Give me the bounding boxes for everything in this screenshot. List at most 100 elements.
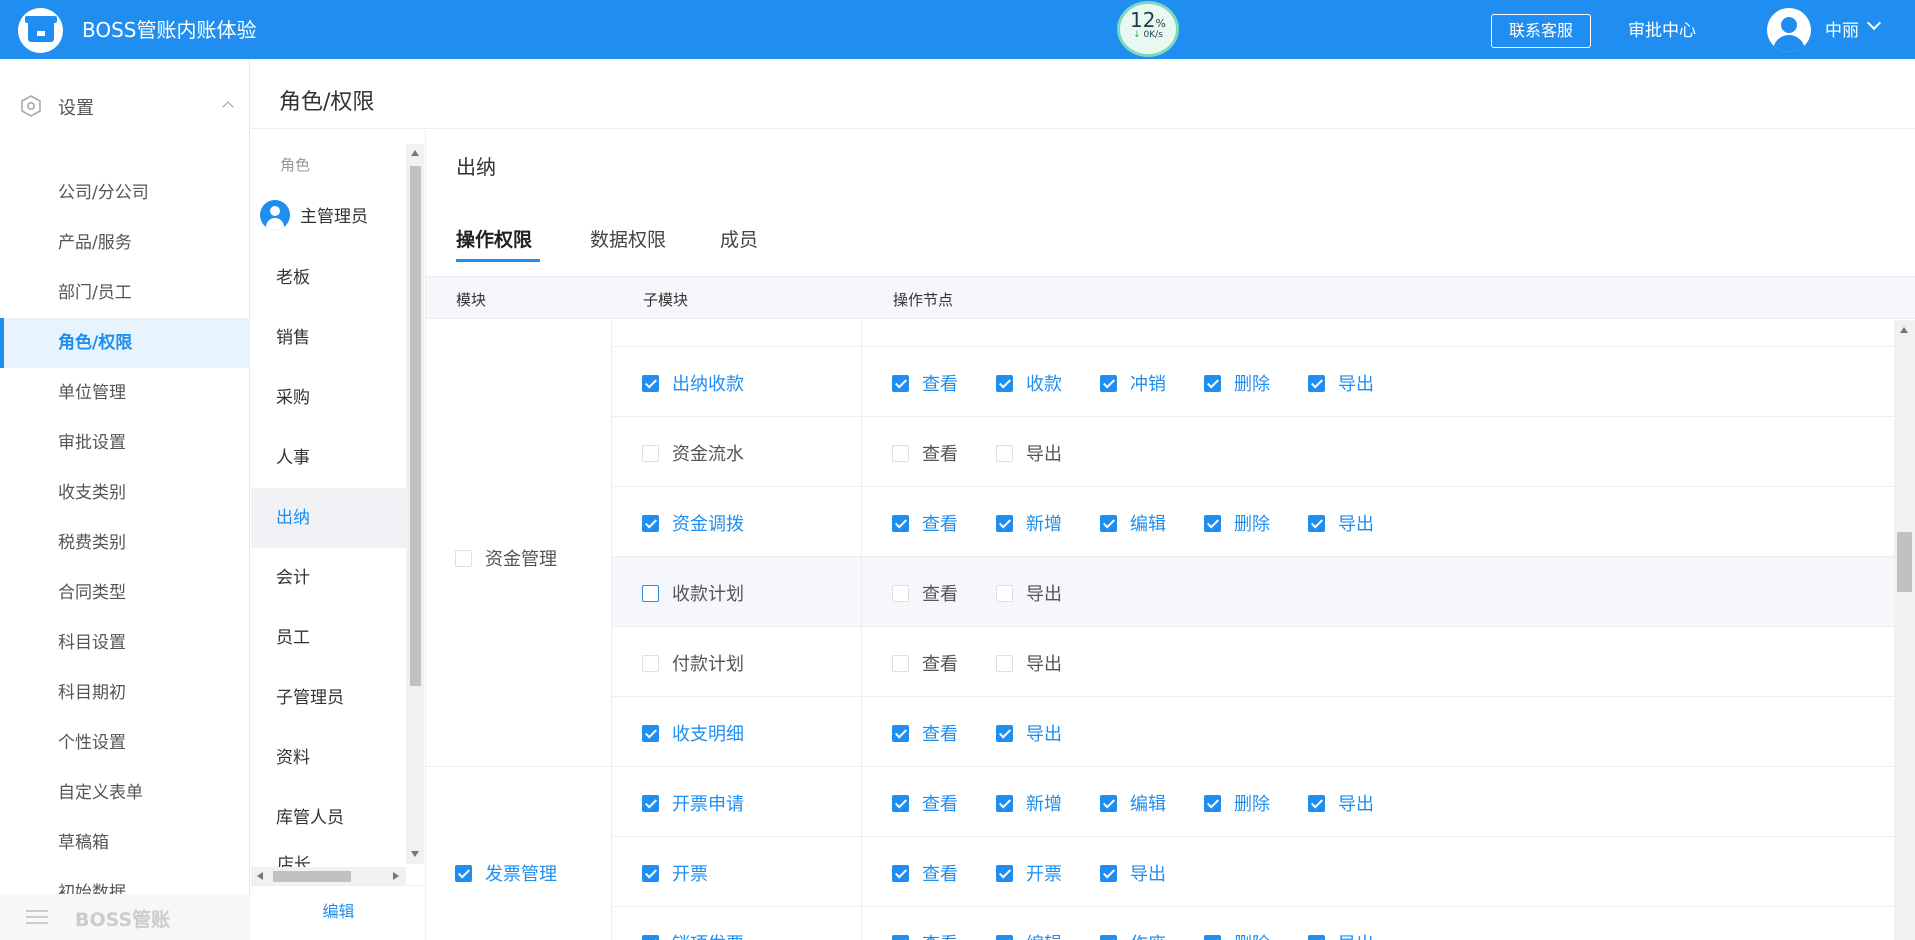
sidebar-item[interactable]: 自定义表单 (0, 768, 250, 818)
submodule-checkbox[interactable]: 销项发票 (642, 930, 744, 940)
checkbox-icon[interactable] (642, 795, 659, 812)
permission-table-scrollbar[interactable] (1894, 320, 1915, 940)
role-item[interactable]: 员工 (251, 608, 406, 668)
permission-node-checkbox[interactable]: 编辑 (996, 930, 1062, 940)
permission-node-checkbox[interactable]: 查看 (892, 860, 958, 886)
tab-data-permissions[interactable]: 数据权限 (590, 225, 666, 252)
permission-node-checkbox[interactable]: 删除 (1204, 370, 1270, 396)
role-item[interactable]: 会计 (251, 548, 406, 608)
permission-node-checkbox[interactable]: 查看 (892, 650, 958, 676)
permission-node-checkbox[interactable]: 导出 (1308, 510, 1374, 536)
permission-node-checkbox[interactable]: 查看 (892, 720, 958, 746)
sidebar-item[interactable]: 单位管理 (0, 368, 250, 418)
permission-node-checkbox[interactable]: 编辑 (1100, 510, 1166, 536)
permission-node-checkbox[interactable]: 查看 (892, 370, 958, 396)
permission-node-checkbox[interactable]: 删除 (1204, 790, 1270, 816)
checkbox-icon[interactable] (996, 655, 1013, 672)
role-item[interactable]: 资料 (251, 728, 406, 788)
edit-roles-button[interactable]: 编辑 (251, 885, 426, 940)
checkbox-icon[interactable] (1100, 375, 1117, 392)
submodule-checkbox[interactable]: 资金流水 (642, 440, 744, 466)
checkbox-icon[interactable] (642, 515, 659, 532)
checkbox-icon[interactable] (996, 795, 1013, 812)
checkbox-icon[interactable] (1100, 865, 1117, 882)
checkbox-icon[interactable] (1308, 515, 1325, 532)
permission-node-checkbox[interactable]: 导出 (996, 650, 1062, 676)
checkbox-icon[interactable] (1308, 795, 1325, 812)
submodule-checkbox[interactable]: 付款计划 (642, 650, 744, 676)
role-item[interactable]: 库管人员 (251, 788, 406, 848)
submodule-checkbox[interactable]: 开票申请 (642, 790, 744, 816)
role-list-hscrollbar[interactable] (251, 867, 406, 885)
checkbox-icon[interactable] (455, 550, 472, 567)
scroll-down-icon[interactable] (411, 851, 419, 857)
checkbox-icon[interactable] (642, 375, 659, 392)
checkbox-icon[interactable] (1100, 935, 1117, 940)
submodule-checkbox[interactable]: 出纳收款 (642, 370, 744, 396)
tab-members[interactable]: 成员 (720, 225, 758, 252)
sidebar-item[interactable]: 合同类型 (0, 568, 250, 618)
checkbox-icon[interactable] (642, 725, 659, 742)
checkbox-icon[interactable] (892, 655, 909, 672)
checkbox-icon[interactable] (1308, 375, 1325, 392)
checkbox-icon[interactable] (892, 445, 909, 462)
checkbox-icon[interactable] (642, 935, 659, 940)
permission-node-checkbox[interactable]: 开票 (996, 860, 1062, 886)
menu-collapse-icon[interactable] (26, 910, 48, 924)
permission-node-checkbox[interactable]: 收款 (996, 370, 1062, 396)
module-checkbox[interactable]: 发票管理 (455, 860, 557, 886)
permission-node-checkbox[interactable]: 删除 (1204, 510, 1270, 536)
submodule-checkbox[interactable]: 收支明细 (642, 720, 744, 746)
sidebar-item[interactable]: 科目设置 (0, 618, 250, 668)
permission-node-checkbox[interactable]: 新增 (996, 790, 1062, 816)
checkbox-icon[interactable] (642, 655, 659, 672)
checkbox-icon[interactable] (996, 585, 1013, 602)
permission-node-checkbox[interactable]: 查看 (892, 790, 958, 816)
permission-node-checkbox[interactable]: 作废 (1100, 930, 1166, 940)
permission-node-checkbox[interactable]: 导出 (996, 440, 1062, 466)
checkbox-icon[interactable] (892, 935, 909, 940)
checkbox-icon[interactable] (455, 865, 472, 882)
app-logo-icon[interactable] (18, 8, 63, 53)
sidebar-item[interactable]: 科目期初 (0, 668, 250, 718)
permission-node-checkbox[interactable]: 冲销 (1100, 370, 1166, 396)
submodule-checkbox[interactable]: 开票 (642, 860, 708, 886)
checkbox-icon[interactable] (892, 515, 909, 532)
permission-node-checkbox[interactable]: 导出 (996, 720, 1062, 746)
user-avatar[interactable] (1767, 8, 1811, 52)
sidebar-item[interactable]: 产品/服务 (0, 218, 250, 268)
submodule-checkbox[interactable]: 资金调拨 (642, 510, 744, 536)
scroll-right-icon[interactable] (393, 872, 399, 880)
checkbox-icon[interactable] (892, 865, 909, 882)
checkbox-icon[interactable] (996, 375, 1013, 392)
checkbox-icon[interactable] (996, 445, 1013, 462)
checkbox-icon[interactable] (642, 585, 659, 602)
checkbox-icon[interactable] (642, 865, 659, 882)
checkbox-icon[interactable] (996, 515, 1013, 532)
scroll-up-icon[interactable] (1900, 327, 1908, 333)
scroll-up-icon[interactable] (411, 150, 419, 156)
tab-operation-permissions[interactable]: 操作权限 (456, 225, 532, 252)
role-list-hscroll-thumb[interactable] (273, 871, 351, 882)
checkbox-icon[interactable] (1100, 515, 1117, 532)
sidebar-item[interactable]: 角色/权限 (0, 318, 250, 368)
user-name[interactable]: 中丽 (1825, 16, 1859, 41)
role-item[interactable]: 销售 (251, 308, 406, 368)
chevron-down-icon[interactable] (1866, 15, 1882, 31)
permission-node-checkbox[interactable]: 导出 (996, 580, 1062, 606)
checkbox-icon[interactable] (996, 935, 1013, 940)
permission-node-checkbox[interactable]: 导出 (1308, 790, 1374, 816)
checkbox-icon[interactable] (892, 585, 909, 602)
sidebar-item[interactable]: 收支类别 (0, 468, 250, 518)
checkbox-icon[interactable] (996, 865, 1013, 882)
permission-node-checkbox[interactable]: 查看 (892, 580, 958, 606)
role-item[interactable]: 出纳 (251, 488, 406, 548)
role-list-scroll-thumb[interactable] (410, 166, 421, 686)
sidebar-item[interactable]: 部门/员工 (0, 268, 250, 318)
contact-support-button[interactable]: 联系客服 (1491, 14, 1591, 48)
checkbox-icon[interactable] (1204, 515, 1221, 532)
permission-node-checkbox[interactable]: 导出 (1308, 370, 1374, 396)
module-checkbox[interactable]: 资金管理 (455, 545, 557, 571)
sidebar-item[interactable]: 个性设置 (0, 718, 250, 768)
sidebar-item[interactable]: 审批设置 (0, 418, 250, 468)
